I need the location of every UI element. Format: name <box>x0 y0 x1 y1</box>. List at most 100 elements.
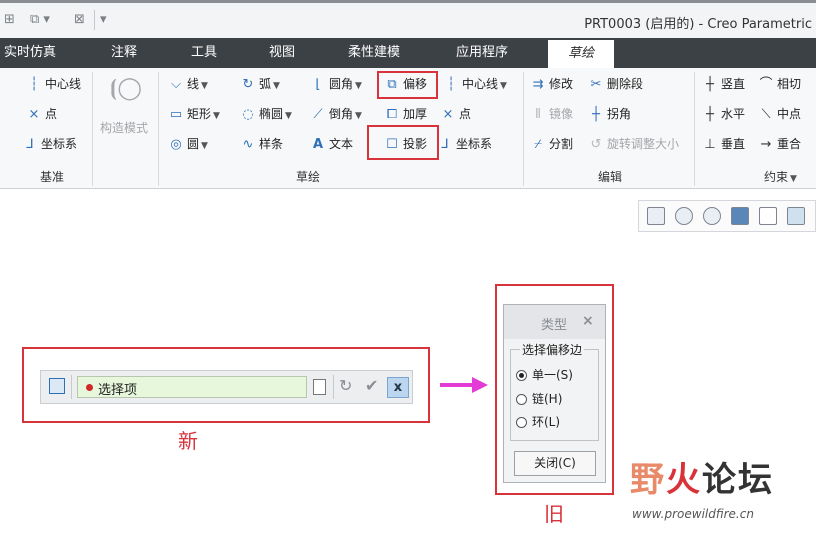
edit-modify-button[interactable]: ⇉ 修改 <box>530 75 573 93</box>
radio-single[interactable]: 单一(S) <box>516 366 573 383</box>
ribbon-tab-bar: 实时仿真 注释 工具 视图 柔性建模 应用程序 草绘 <box>0 38 816 68</box>
sketch-circle-button[interactable]: ◎ 圆 ▼ <box>168 135 208 153</box>
pause-icon[interactable]: ↻ <box>339 376 352 395</box>
group-label-constrain[interactable]: 约束 ▼ <box>764 168 797 185</box>
radio-loop[interactable]: 环(L) <box>516 413 560 430</box>
radio-unchecked-icon <box>516 417 527 428</box>
vertical-icon: ┼ <box>706 77 714 92</box>
tab-applications[interactable]: 应用程序 <box>456 38 508 68</box>
customize-dropdown-icon[interactable]: ▾ <box>100 12 107 27</box>
watermark-logo: 野火论坛 <box>630 460 774 500</box>
sketch-text-button[interactable]: A 文本 <box>310 135 353 153</box>
repaint-icon[interactable] <box>731 207 749 225</box>
tab-flexible-modeling[interactable]: 柔性建模 <box>348 38 400 68</box>
sketch-line-button[interactable]: ⌵ 线 ▼ <box>168 75 208 93</box>
tab-live-simulation[interactable]: 实时仿真 <box>4 38 56 68</box>
arrow-shaft <box>440 383 474 387</box>
offset-icon <box>49 378 65 394</box>
tab-tools[interactable]: 工具 <box>191 38 217 68</box>
dropdown-arrow-icon[interactable]: ▼ <box>201 81 208 91</box>
ok-check-icon[interactable]: ✔ <box>365 376 378 395</box>
dropdown-arrow-icon[interactable]: ▼ <box>355 111 362 121</box>
datum-point-button[interactable]: × 点 <box>26 105 57 123</box>
zoom-in-icon[interactable] <box>675 207 693 225</box>
fillet-icon: ⌊ <box>315 77 321 92</box>
constrain-coincident-button[interactable]: → 重合 <box>758 135 801 153</box>
zoom-fit-icon[interactable] <box>647 207 665 225</box>
orient-icon[interactable] <box>759 207 777 225</box>
group-separator <box>523 72 524 186</box>
edit-delete-segment-button[interactable]: ✂ 删除段 <box>588 75 643 93</box>
saved-views-icon[interactable] <box>787 207 805 225</box>
group-separator <box>158 72 159 186</box>
radio-unchecked-icon <box>516 394 527 405</box>
type-dialog: 类型 × 选择偏移边 单一(S) 链(H) 环(L) 关闭(C) <box>503 304 606 483</box>
tab-annotate[interactable]: 注释 <box>111 38 137 68</box>
sketch-spline-button[interactable]: ∿ 样条 <box>240 135 283 153</box>
dialog-close-icon[interactable]: × <box>582 313 594 329</box>
modify-icon: ⇉ <box>532 77 544 92</box>
offset-dashboard: 选择项 ↻ ✔ x <box>40 370 413 404</box>
mirror-icon: ⫴ <box>535 107 541 122</box>
group-label-datum: 基准 <box>40 170 65 184</box>
constrain-tangent-button[interactable]: ⌒ 相切 <box>758 75 801 93</box>
circle-icon: ◎ <box>170 137 182 152</box>
edit-corner-button[interactable]: ┼ 拐角 <box>588 105 631 123</box>
perpendicular-icon: ⊥ <box>704 137 716 152</box>
datum-csys-button[interactable]: ⅃ 坐标系 <box>22 135 77 153</box>
regenerate-icon[interactable]: ⊞ <box>4 12 15 27</box>
dashboard-separator <box>71 375 72 399</box>
dropdown-arrow-icon[interactable]: ▼ <box>213 111 220 121</box>
chamfer-icon: ⟋ <box>313 107 323 122</box>
arrow-right-icon <box>472 377 488 393</box>
corner-icon: ┼ <box>592 107 600 122</box>
group-separator <box>694 72 695 186</box>
project-highlight-box <box>367 125 439 160</box>
group-label-edit: 编辑 <box>598 170 623 184</box>
centerline-icon: ┆ <box>30 77 38 92</box>
constrain-midpoint-button[interactable]: ⟍ 中点 <box>758 105 801 123</box>
rotate-resize-icon: ↺ <box>590 137 602 152</box>
dropdown-arrow-icon[interactable]: ▼ <box>355 81 362 91</box>
reference-collector-field[interactable]: 选择项 <box>77 376 307 398</box>
details-list-icon[interactable] <box>313 379 326 395</box>
sketch-arc-button[interactable]: ↻ 弧 ▼ <box>240 75 280 93</box>
tab-view[interactable]: 视图 <box>269 38 295 68</box>
point-icon: × <box>442 107 454 122</box>
csys-icon: ⅃ <box>441 137 449 152</box>
datum-centerline-button[interactable]: ┆ 中心线 <box>26 75 81 93</box>
sketch-thicken-button[interactable]: ⧠ 加厚 <box>384 105 427 123</box>
sketch-ellipse-button[interactable]: ◌ 椭圆 ▼ <box>240 105 292 123</box>
line-icon: ⌵ <box>171 77 181 92</box>
edit-divide-button[interactable]: ⌿ 分割 <box>530 135 573 153</box>
spline-icon: ∿ <box>242 137 254 152</box>
edit-rotate-resize-button[interactable]: ↺ 旋转调整大小 <box>588 135 679 153</box>
sketch-fillet-button[interactable]: ⌊ 圆角 ▼ <box>310 75 362 93</box>
sketch-chamfer-button[interactable]: ⟋ 倒角 ▼ <box>310 105 362 123</box>
point-icon: × <box>28 107 40 122</box>
sketch-point-button[interactable]: × 点 <box>440 105 471 123</box>
cancel-x-button[interactable]: x <box>387 377 409 398</box>
graphics-toolbar <box>638 200 816 232</box>
dropdown-arrow-icon[interactable]: ▼ <box>500 81 507 91</box>
constrain-perpendicular-button[interactable]: ⊥ 垂直 <box>702 135 745 153</box>
edit-mirror-button[interactable]: ⫴ 镜像 <box>530 105 573 123</box>
dropdown-arrow-icon[interactable]: ▼ <box>201 141 208 151</box>
thicken-icon: ⧠ <box>386 107 398 122</box>
sketch-centerline-button[interactable]: ┆ 中心线 ▼ <box>443 75 507 93</box>
sketch-rectangle-button[interactable]: ▭ 矩形 ▼ <box>168 105 220 123</box>
constrain-vertical-button[interactable]: ┼ 竖直 <box>702 75 745 93</box>
zoom-out-icon[interactable] <box>703 207 721 225</box>
group-label-sketch: 草绘 <box>296 170 321 184</box>
construction-mode-icon[interactable]: ⦗◯ <box>110 74 142 104</box>
close-window-icon[interactable]: ⊠ <box>74 12 85 27</box>
dialog-close-button[interactable]: 关闭(C) <box>514 451 596 476</box>
dropdown-arrow-icon[interactable]: ▼ <box>285 111 292 121</box>
tab-sketch[interactable]: 草绘 <box>548 40 615 68</box>
windows-icon[interactable]: ⧉ ▾ <box>30 12 50 27</box>
radio-chain[interactable]: 链(H) <box>516 390 562 407</box>
sketch-csys-button[interactable]: ⅃ 坐标系 <box>437 135 492 153</box>
dropdown-arrow-icon[interactable]: ▼ <box>273 81 280 91</box>
constrain-horizontal-button[interactable]: ┼ 水平 <box>702 105 745 123</box>
dashboard-separator <box>333 375 334 399</box>
